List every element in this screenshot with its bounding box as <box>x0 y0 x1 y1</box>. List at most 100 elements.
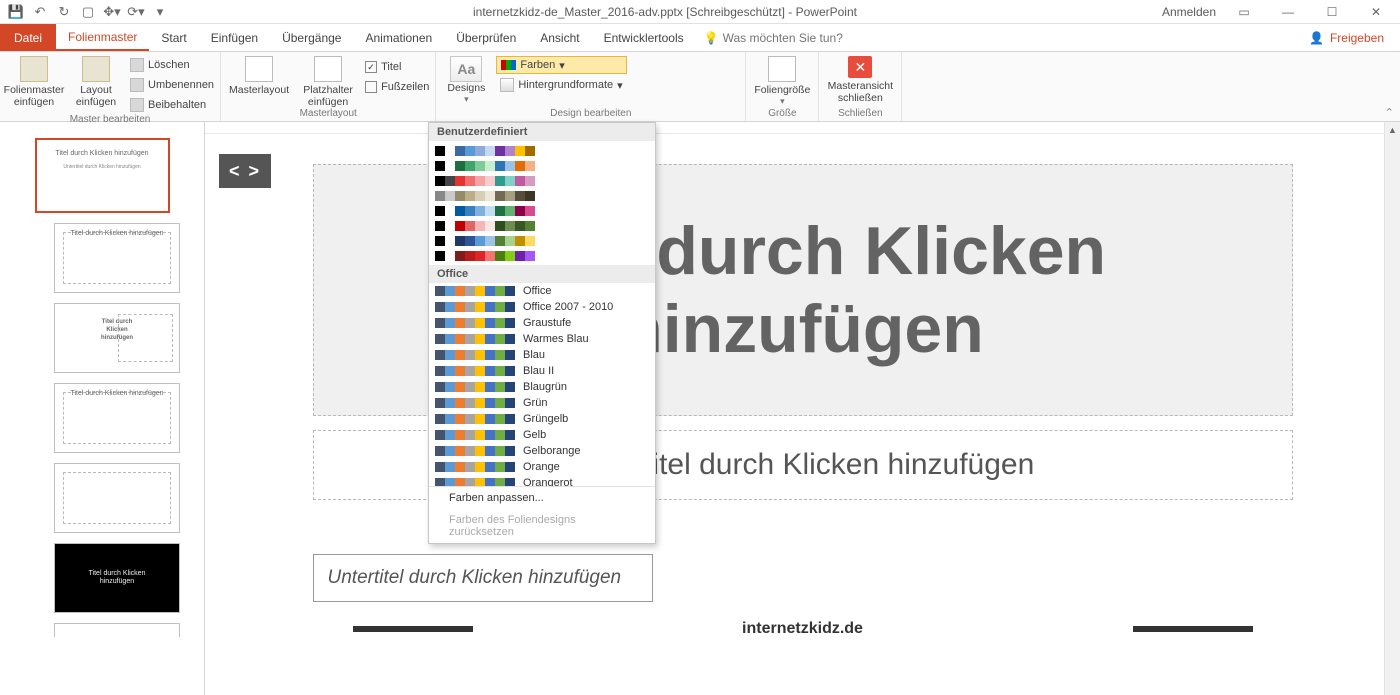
title-checkbox[interactable]: ✓Titel <box>365 58 429 76</box>
group-master-bearbeiten: Folienmaster einfügen Layout einfügen Lö… <box>0 52 221 121</box>
lightbulb-icon: 💡 <box>704 31 719 45</box>
custom-color-theme[interactable] <box>429 173 655 188</box>
theme-label: Gelborange <box>523 445 649 457</box>
touch-mode-icon[interactable]: ✥▾ <box>102 3 122 21</box>
custom-color-theme[interactable] <box>429 158 655 173</box>
tell-me-search[interactable]: 💡 <box>704 24 903 51</box>
color-theme-option[interactable]: Office <box>429 283 655 299</box>
tab-animationen[interactable]: Animationen <box>353 24 444 51</box>
slide-size-button[interactable]: Foliengröße ▾ <box>752 54 812 107</box>
master-layout-button[interactable]: Masterlayout <box>227 54 291 96</box>
slide-editor[interactable]: < > Titel durch Klicken hinzufügen Unter… <box>205 134 1400 695</box>
color-theme-option[interactable]: Blau II <box>429 363 655 379</box>
color-theme-option[interactable]: Gelborange <box>429 443 655 459</box>
color-theme-option[interactable]: Blaugrün <box>429 379 655 395</box>
custom-color-swatches <box>429 141 655 265</box>
theme-label: Orange <box>523 461 649 473</box>
footer-line-left <box>353 626 473 632</box>
custom-color-theme[interactable] <box>429 218 655 233</box>
color-theme-option[interactable]: Warmes Blau <box>429 331 655 347</box>
theme-label: Office <box>523 285 649 297</box>
minimize-icon[interactable]: — <box>1272 2 1304 22</box>
color-theme-option[interactable]: Graustufe <box>429 315 655 331</box>
master-thumbnail[interactable]: Titel durch Klicken hinzufügen Untertite… <box>35 138 170 213</box>
color-theme-option[interactable]: Orange <box>429 459 655 475</box>
main-area: Titel durch Klicken hinzufügen Untertite… <box>0 122 1400 695</box>
tab-file[interactable]: Datei <box>0 24 56 51</box>
preserve-button[interactable]: Beibehalten <box>130 96 214 114</box>
layout-thumbnail[interactable] <box>54 463 180 533</box>
delete-icon <box>130 58 144 72</box>
insert-placeholder-button[interactable]: Platzhalter einfügen <box>297 54 359 108</box>
tab-folienmaster[interactable]: Folienmaster <box>56 24 149 51</box>
colors-dropdown-button[interactable]: Farben▾ <box>496 56 626 74</box>
document-title: internetzkidz-de_Master_2016-adv.pptx [S… <box>176 5 1154 19</box>
vertical-scrollbar[interactable]: ▲ <box>1384 122 1400 695</box>
designs-button[interactable]: Aa Designs ▾ <box>442 54 490 105</box>
office-theme-list: Office Office 2007 - 2010GraustufeWarmes … <box>429 283 655 486</box>
theme-label: Blau II <box>523 365 649 377</box>
color-theme-option[interactable]: Grün <box>429 395 655 411</box>
group-label-design: Design bearbeiten <box>442 108 739 121</box>
tab-uebergaenge[interactable]: Übergänge <box>270 24 353 51</box>
background-styles-button[interactable]: Hintergrundformate▾ <box>496 76 626 94</box>
checkbox-checked-icon: ✓ <box>365 61 377 73</box>
layout-thumbnail[interactable]: Titel durch Klicken hinzufügen <box>54 223 180 293</box>
redo-icon[interactable]: ↻ <box>54 3 74 21</box>
layout-thumbnail[interactable]: Titel durchKlickenhinzufügen <box>54 303 180 373</box>
insert-slide-master-button[interactable]: Folienmaster einfügen <box>6 54 62 108</box>
color-theme-option[interactable]: Orangerot <box>429 475 655 486</box>
custom-color-theme[interactable] <box>429 143 655 158</box>
account-sign-in[interactable]: Anmelden <box>1162 5 1216 19</box>
placeholder-icon <box>314 56 342 82</box>
close-master-view-button[interactable]: ✕ Masteransicht schließen <box>825 54 895 104</box>
checkbox-icon <box>365 81 377 93</box>
color-theme-option[interactable]: Office 2007 - 2010 <box>429 299 655 315</box>
scroll-up-icon[interactable]: ▲ <box>1385 122 1400 138</box>
color-theme-option[interactable]: Blau <box>429 347 655 363</box>
customize-colors-button[interactable]: Farben anpassen... <box>429 487 655 509</box>
custom-color-theme[interactable] <box>429 233 655 248</box>
theme-label: Grüngelb <box>523 413 649 425</box>
qat-more-icon[interactable]: ▾ <box>150 3 170 21</box>
tab-start[interactable]: Start <box>149 24 198 51</box>
footer-brand-text: internetzkidz.de <box>742 620 863 638</box>
footers-checkbox[interactable]: Fußzeilen <box>365 78 429 96</box>
custom-color-theme[interactable] <box>429 203 655 218</box>
layout-thumbnail[interactable]: Titel durch Klickenhinzufügen <box>54 543 180 613</box>
tell-me-input[interactable] <box>723 31 903 45</box>
layout-thumbnail[interactable]: Titel durch Klicken hinzufügen <box>54 383 180 453</box>
slide-thumbnail-pane[interactable]: Titel durch Klicken hinzufügen Untertite… <box>0 122 205 695</box>
preserve-icon <box>130 98 144 112</box>
subtitle2-placeholder[interactable]: Untertitel durch Klicken hinzufügen <box>313 554 653 602</box>
collapse-ribbon-icon[interactable]: ⌃ <box>1385 106 1394 119</box>
insert-layout-button[interactable]: Layout einfügen <box>68 54 124 108</box>
slide-master-icon <box>20 56 48 82</box>
ribbon-display-options-icon[interactable]: ▭ <box>1228 2 1260 22</box>
ribbon: Folienmaster einfügen Layout einfügen Lö… <box>0 52 1400 122</box>
footer-line-right <box>1133 626 1253 632</box>
close-master-icon: ✕ <box>848 56 872 78</box>
tab-einfuegen[interactable]: Einfügen <box>199 24 270 51</box>
designs-icon: Aa <box>450 56 482 82</box>
save-icon[interactable]: 💾 <box>6 3 26 21</box>
subtitle2-placeholder-text: Untertitel durch Klicken hinzufügen <box>328 567 622 589</box>
share-icon: 👤 <box>1309 31 1324 45</box>
share-button[interactable]: 👤 Freigeben <box>1293 24 1400 51</box>
maximize-icon[interactable]: ☐ <box>1316 2 1348 22</box>
group-label-masterlayout: Masterlayout <box>227 108 429 121</box>
rename-button[interactable]: Umbenennen <box>130 76 214 94</box>
tab-ueberpruefen[interactable]: Überprüfen <box>444 24 528 51</box>
qat-customize-icon[interactable]: ⟳▾ <box>126 3 146 21</box>
custom-color-theme[interactable] <box>429 188 655 203</box>
start-from-beginning-icon[interactable]: ▢ <box>78 3 98 21</box>
layout-thumbnail[interactable] <box>54 623 180 637</box>
color-theme-option[interactable]: Gelb <box>429 427 655 443</box>
undo-icon[interactable]: ↶ <box>30 3 50 21</box>
close-window-icon[interactable]: ✕ <box>1360 2 1392 22</box>
custom-color-theme[interactable] <box>429 248 655 263</box>
color-theme-option[interactable]: Grüngelb <box>429 411 655 427</box>
tab-entwicklertools[interactable]: Entwicklertools <box>592 24 696 51</box>
tab-ansicht[interactable]: Ansicht <box>528 24 591 51</box>
delete-button[interactable]: Löschen <box>130 56 214 74</box>
